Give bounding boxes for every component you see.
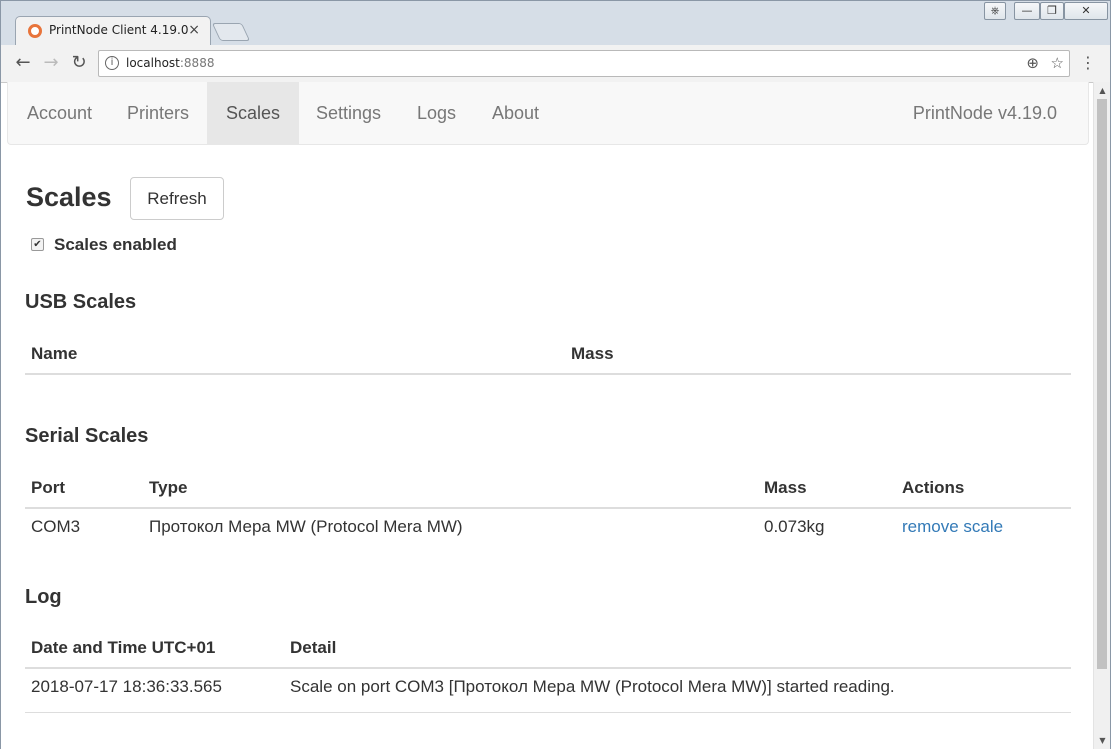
browser-menu-icon[interactable]: ⋮ — [1080, 53, 1096, 73]
nav-account[interactable]: Account — [8, 82, 111, 145]
serial-scales-heading: Serial Scales — [25, 425, 149, 447]
nav-scales[interactable]: Scales — [207, 82, 300, 145]
log-datetime-cell: 2018-07-17 18:36:33.565 — [31, 677, 222, 696]
user-icon[interactable]: ⎈ — [984, 2, 1006, 20]
serial-col-port: Port — [31, 478, 65, 497]
printnode-favicon-icon — [28, 24, 42, 38]
log-heading: Log — [25, 586, 62, 608]
usb-col-mass: Mass — [571, 344, 614, 363]
page-viewport: Account Printers Scales Settings Logs Ab… — [0, 82, 1111, 749]
log-detail-cell: Scale on port COM3 [Протокол Мера MW (Pr… — [290, 677, 895, 696]
bookmark-star-icon[interactable]: ☆ — [1051, 54, 1064, 72]
usb-col-name: Name — [31, 344, 78, 363]
maximize-button[interactable]: ❐ — [1040, 2, 1064, 20]
page-title: Scales — [26, 182, 112, 212]
close-window-button[interactable]: ✕ — [1064, 2, 1108, 20]
address-bar[interactable]: i localhost:8888 ⊕ ☆ — [98, 50, 1070, 77]
refresh-button[interactable]: Refresh — [130, 177, 224, 220]
browser-chrome: PrintNode Client 4.19.0 × ⎈ — ❐ ✕ ← → ↻ … — [0, 0, 1111, 83]
zoom-icon[interactable]: ⊕ — [1026, 54, 1039, 72]
scales-enabled-checkbox[interactable]: ✔ — [31, 238, 44, 251]
scroll-down-arrow-icon[interactable]: ▼ — [1094, 732, 1110, 749]
log-col-detail: Detail — [290, 638, 337, 657]
serial-header-rule — [25, 507, 1071, 509]
info-icon[interactable]: i — [105, 56, 119, 70]
forward-arrow-icon[interactable]: → — [39, 51, 63, 75]
scroll-up-arrow-icon[interactable]: ▲ — [1094, 82, 1110, 99]
url-host: localhost — [126, 56, 180, 70]
url-port: :8888 — [179, 56, 215, 70]
nav-logs[interactable]: Logs — [398, 82, 475, 145]
browser-toolbar: ← → ↻ i localhost:8888 ⊕ ☆ ⋮ — [1, 45, 1110, 83]
app-navbar: Account Printers Scales Settings Logs Ab… — [7, 82, 1089, 145]
serial-col-type: Type — [149, 478, 188, 497]
new-tab-button[interactable] — [211, 23, 251, 41]
usb-scales-heading: USB Scales — [25, 291, 137, 313]
usb-header-rule — [25, 373, 1071, 375]
tab-strip: PrintNode Client 4.19.0 × ⎈ — ❐ ✕ — [1, 1, 1110, 45]
serial-mass-cell: 0.073kg — [764, 517, 825, 536]
scroll-thumb[interactable] — [1097, 99, 1107, 669]
scales-enabled-label: Scales enabled — [54, 235, 177, 254]
vertical-scrollbar[interactable]: ▲ ▼ — [1093, 82, 1110, 749]
nav-settings[interactable]: Settings — [297, 82, 400, 145]
minimize-button[interactable]: — — [1014, 2, 1040, 20]
log-row-rule — [25, 712, 1071, 713]
back-arrow-icon[interactable]: ← — [11, 51, 35, 75]
serial-col-mass: Mass — [764, 478, 807, 497]
browser-tab[interactable]: PrintNode Client 4.19.0 × — [15, 16, 211, 45]
serial-port-cell: COM3 — [31, 517, 81, 536]
serial-col-actions: Actions — [902, 478, 965, 497]
log-header-rule — [25, 667, 1071, 669]
nav-about[interactable]: About — [473, 82, 558, 145]
serial-type-cell: Протокол Мера MW (Protocol Mera MW) — [149, 517, 463, 536]
reload-icon[interactable]: ↻ — [67, 51, 91, 75]
app-brand: PrintNode v4.19.0 — [912, 103, 1057, 123]
nav-printers[interactable]: Printers — [108, 82, 208, 145]
tab-title: PrintNode Client 4.19.0 — [49, 23, 189, 37]
remove-scale-link[interactable]: remove scale — [902, 517, 1003, 537]
log-col-datetime: Date and Time UTC+01 — [31, 638, 216, 657]
url-text: localhost:8888 — [126, 56, 214, 70]
tab-close-icon[interactable]: × — [188, 22, 200, 38]
